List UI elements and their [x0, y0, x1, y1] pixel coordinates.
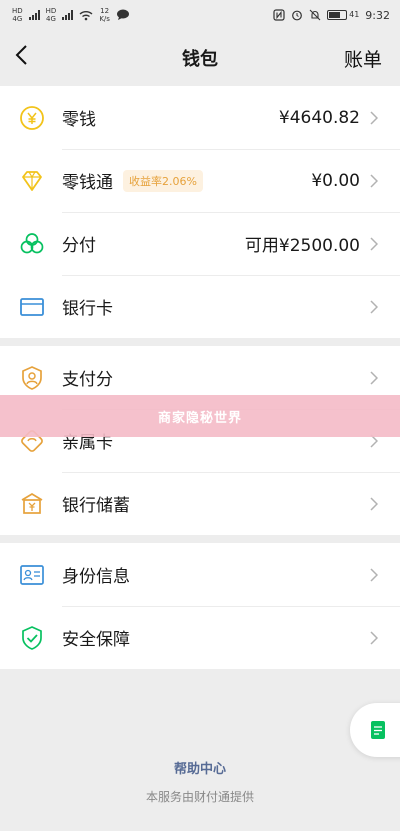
row-lingqian[interactable]: 零钱 ¥4640.82	[0, 86, 400, 149]
message-bubble-icon	[116, 9, 129, 20]
row-label: 银行储蓄	[62, 496, 130, 516]
chevron-right-icon	[370, 630, 380, 645]
alarm-icon	[292, 10, 303, 21]
row-shenfenxinxi[interactable]: 身份信息	[0, 543, 400, 606]
row-label: 零钱通	[62, 173, 113, 193]
nav-bar: 钱包 账单	[0, 30, 400, 86]
row-label: 安全保障	[62, 630, 130, 650]
battery-icon	[327, 10, 348, 20]
row-fenfu[interactable]: 分付 可用¥2500.00	[0, 212, 400, 275]
chevron-right-icon	[370, 110, 380, 125]
shield-person-icon	[18, 364, 46, 392]
battery-level: 41	[349, 10, 360, 19]
row-lingqiantong[interactable]: 零钱通 收益率2.06% ¥0.00	[0, 149, 400, 212]
network-2-hd: HD	[45, 7, 57, 15]
network-2: HD 4G	[46, 7, 57, 23]
network-speed-unit: K/s	[99, 15, 110, 23]
network-1: HD 4G	[12, 7, 23, 23]
back-button[interactable]	[14, 44, 44, 72]
clover-icon	[18, 230, 46, 258]
shield-check-icon	[18, 624, 46, 652]
row-anquanbaozhang[interactable]: 安全保障	[0, 606, 400, 669]
chevron-right-icon	[370, 370, 380, 385]
row-yinhangchuxu[interactable]: 银行储蓄	[0, 472, 400, 535]
chevron-right-icon	[370, 496, 380, 511]
network-speed: 12 K/s	[99, 7, 110, 23]
status-bar-right: 41 9:32	[273, 9, 390, 22]
status-bar-left: HD 4G HD 4G 12 K/s	[12, 7, 130, 23]
row-yinhangka[interactable]: 银行卡	[0, 275, 400, 338]
wifi-icon	[79, 10, 93, 20]
row-label: 分付	[62, 236, 96, 256]
wallet-group-balances: 零钱 ¥4640.82 零钱通 收益率2.06% ¥0.00 分付 可用¥250…	[0, 86, 400, 338]
row-label: 零钱	[62, 110, 96, 130]
bill-button[interactable]: 账单	[344, 45, 382, 72]
yen-coin-icon	[18, 104, 46, 132]
wallet-group-security: 身份信息 安全保障	[0, 543, 400, 669]
row-label: 银行卡	[62, 299, 113, 319]
network-2-type: 4G	[46, 15, 56, 23]
mute-bell-icon	[309, 9, 321, 21]
status-bar: HD 4G HD 4G 12 K/s 41 9:32	[0, 0, 400, 30]
network-1-hd: HD	[12, 7, 23, 15]
service-provider-note: 本服务由财付通提供	[145, 790, 254, 804]
signal-1-icon	[28, 10, 40, 20]
yield-rate-badge: 收益率2.06%	[123, 169, 203, 192]
diamond-icon	[18, 167, 46, 195]
watermark-banner: 商家隐秘世界	[0, 395, 400, 437]
chevron-right-icon	[370, 236, 380, 251]
network-1-type: 4G	[12, 15, 23, 23]
id-card-icon	[18, 561, 46, 589]
chevron-right-icon	[370, 173, 380, 188]
floating-window-button[interactable]	[350, 703, 400, 757]
nfc-icon	[273, 9, 285, 21]
lingqiantong-value: ¥0.00	[311, 170, 360, 191]
signal-2-icon	[62, 10, 74, 20]
document-icon	[371, 721, 385, 739]
available-credit-value: 可用¥2500.00	[244, 236, 360, 256]
row-label: 身份信息	[62, 567, 130, 587]
chevron-left-icon[interactable]	[14, 44, 28, 66]
chevron-right-icon	[370, 567, 380, 582]
bank-card-icon	[18, 293, 46, 321]
savings-box-icon	[18, 490, 46, 518]
network-speed-value: 12	[100, 7, 110, 15]
chevron-right-icon	[370, 299, 380, 314]
page-title: 钱包	[182, 49, 218, 70]
balance-value: ¥4640.82	[278, 107, 360, 128]
status-time: 9:32	[365, 8, 390, 22]
row-label: 支付分	[62, 370, 113, 390]
wallet-group-services: 支付分 亲属卡 银行储蓄	[0, 346, 400, 535]
help-center-link[interactable]: 帮助中心	[0, 758, 400, 777]
